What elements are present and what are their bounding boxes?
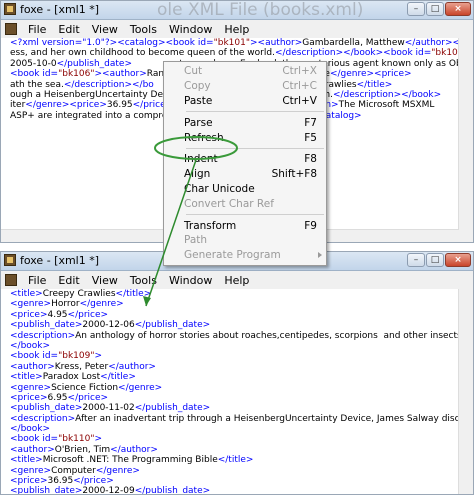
menu-file[interactable]: File bbox=[22, 274, 52, 287]
code-line: <book id="bk110"> bbox=[10, 434, 103, 445]
window-controls: – □ × bbox=[407, 253, 471, 267]
code-line: </book> bbox=[10, 424, 51, 435]
menu-item-label: Generate Program bbox=[184, 249, 281, 262]
context-menu-item-indent[interactable]: Indent F8 bbox=[164, 152, 326, 167]
code-line: <description>An anthology of horror stor… bbox=[10, 330, 473, 341]
window-controls: – □ × bbox=[407, 2, 471, 16]
menu-item-label: Indent bbox=[184, 153, 218, 166]
code-line: <title>Paradox Lost</title> bbox=[10, 372, 136, 383]
menu-item-label: Refresh bbox=[184, 131, 224, 144]
menu-item-shortcut: F7 bbox=[304, 116, 317, 129]
foxe-app-icon bbox=[4, 3, 16, 15]
close-icon[interactable]: × bbox=[445, 253, 471, 267]
menu-item-label: Convert Char Ref bbox=[184, 197, 274, 210]
menu-edit[interactable]: Edit bbox=[52, 274, 85, 287]
window-title: foxe - [xml1 *] bbox=[20, 254, 100, 267]
code-line: <title>Creepy Crawlies</title> bbox=[10, 289, 152, 299]
menu-item-label: Paste bbox=[184, 94, 213, 107]
code-line: <price>6.95</price> bbox=[10, 392, 109, 403]
context-menu-item-cut: Cut Ctrl+X bbox=[164, 64, 326, 79]
context-menu-item-convert-char-ref: Convert Char Ref bbox=[164, 196, 326, 211]
menu-item-shortcut: Ctrl+C bbox=[282, 80, 317, 93]
xml-text: <title>Creepy Crawlies</title> <genre>Hor… bbox=[1, 289, 473, 494]
code-line: <publish_date>2000-11-02</publish_date> bbox=[10, 403, 211, 414]
menu-tools[interactable]: Tools bbox=[124, 23, 163, 36]
code-line: <book id="bk109"> bbox=[10, 351, 103, 362]
code-line: </book> bbox=[10, 340, 51, 351]
minimize-icon[interactable]: – bbox=[407, 2, 425, 16]
window-title-ghost: ole XML File (books.xml) bbox=[157, 0, 364, 20]
context-menu-item-parse[interactable]: Parse F7 bbox=[164, 115, 326, 130]
menu-item-label: Cut bbox=[184, 65, 203, 78]
foxe-app-icon bbox=[4, 254, 16, 266]
code-line: <author>Kress, Peter</author> bbox=[10, 361, 156, 372]
document-icon[interactable] bbox=[5, 23, 17, 35]
maximize-icon[interactable]: □ bbox=[426, 253, 444, 267]
context-menu-item-char-unicode[interactable]: Char Unicode bbox=[164, 182, 326, 197]
vertical-scrollbar[interactable] bbox=[458, 289, 473, 494]
menu-separator bbox=[186, 147, 324, 149]
menu-separator bbox=[186, 214, 324, 216]
code-line: <genre>Horror</genre> bbox=[10, 299, 124, 310]
context-menu-item-refresh[interactable]: Refresh F5 bbox=[164, 130, 326, 145]
menu-bar: File Edit View Tools Window Help bbox=[1, 271, 473, 290]
menu-item-shortcut: Ctrl+V bbox=[282, 94, 317, 107]
menu-separator bbox=[186, 111, 324, 113]
title-bar[interactable]: ole XML File (books.xml) foxe - [xml1 *]… bbox=[1, 1, 473, 20]
menu-file[interactable]: File bbox=[22, 23, 52, 36]
code-line: <genre>Computer</genre> bbox=[10, 465, 140, 476]
menu-tools[interactable]: Tools bbox=[124, 274, 163, 287]
code-line: <price>4.95</price> bbox=[10, 309, 109, 320]
xml-editor-area[interactable]: <title>Creepy Crawlies</title> <genre>Hor… bbox=[1, 289, 473, 494]
menu-help[interactable]: Help bbox=[218, 23, 255, 36]
menu-window[interactable]: Window bbox=[163, 23, 218, 36]
code-line: <?xml version="1.0"?><catalog><book id="… bbox=[10, 38, 473, 48]
menu-view[interactable]: View bbox=[86, 274, 124, 287]
window-title: foxe - [xml1 *] bbox=[20, 3, 100, 16]
menu-item-shortcut: F5 bbox=[304, 131, 317, 144]
menu-item-label: Parse bbox=[184, 116, 213, 129]
menu-edit[interactable]: Edit bbox=[52, 23, 85, 36]
menu-item-shortcut: Shift+F8 bbox=[271, 168, 317, 181]
menu-item-shortcut: Ctrl+X bbox=[282, 65, 317, 78]
menu-window[interactable]: Window bbox=[163, 274, 218, 287]
editor-window-bottom: foxe - [xml1 *] – □ × File Edit View Too… bbox=[0, 251, 474, 495]
maximize-icon[interactable]: □ bbox=[426, 2, 444, 16]
document-icon[interactable] bbox=[5, 274, 17, 286]
vertical-scrollbar[interactable] bbox=[458, 38, 473, 242]
context-menu: Cut Ctrl+X Copy Ctrl+C Paste Ctrl+V Parse F7 Ref… bbox=[163, 61, 327, 266]
code-line: <description>After an inadvertant trip t… bbox=[10, 413, 473, 424]
context-menu-item-transform[interactable]: Transform F9 bbox=[164, 218, 326, 233]
code-line: <title>Microsoft .NET: The Programming B… bbox=[10, 455, 254, 466]
code-line: <publish_date>2000-12-06</publish_date> bbox=[10, 320, 211, 331]
context-menu-item-path: Path bbox=[164, 233, 326, 248]
code-line: ess, and her own childhood to become que… bbox=[10, 48, 473, 59]
code-line: <publish_date>2000-12-09</publish_date> bbox=[10, 486, 211, 494]
menu-item-shortcut: F8 bbox=[304, 153, 317, 166]
menu-item-label: Path bbox=[184, 234, 208, 247]
context-menu-item-generate-program: Generate Program bbox=[164, 248, 326, 263]
menu-item-label: Transform bbox=[184, 219, 237, 232]
menu-view[interactable]: View bbox=[86, 23, 124, 36]
code-line: <author>O'Brien, Tim</author> bbox=[10, 444, 158, 455]
context-menu-item-align[interactable]: Align Shift+F8 bbox=[164, 167, 326, 182]
menu-item-label: Copy bbox=[184, 80, 211, 93]
close-icon[interactable]: × bbox=[445, 2, 471, 16]
menu-item-label: Char Unicode bbox=[184, 182, 255, 195]
code-line: <price>36.95</price> bbox=[10, 476, 114, 487]
menu-item-shortcut: F9 bbox=[304, 219, 317, 232]
code-line: <genre>Science Fiction</genre> bbox=[10, 382, 163, 393]
minimize-icon[interactable]: – bbox=[407, 253, 425, 267]
menu-item-label: Align bbox=[184, 168, 211, 181]
context-menu-item-copy: Copy Ctrl+C bbox=[164, 79, 326, 94]
submenu-arrow-icon bbox=[318, 251, 322, 258]
menu-bar: File Edit View Tools Window Help bbox=[1, 20, 473, 39]
context-menu-item-paste[interactable]: Paste Ctrl+V bbox=[164, 94, 326, 109]
menu-help[interactable]: Help bbox=[218, 274, 255, 287]
